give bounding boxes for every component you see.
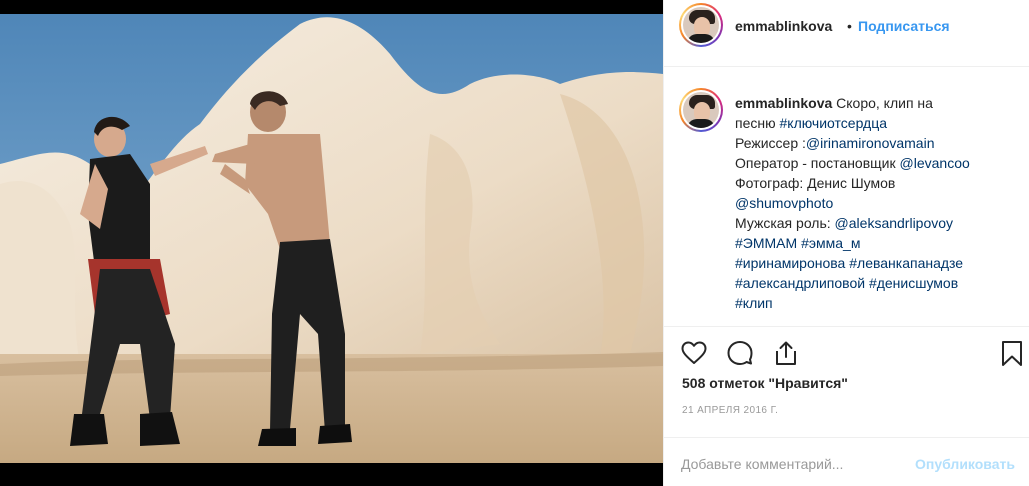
comment-input[interactable] xyxy=(681,453,901,475)
caption-line: Скоро, клип на xyxy=(836,95,933,111)
post-photo-image xyxy=(0,14,663,463)
hashtag-link[interactable]: #денисшумов xyxy=(869,275,958,291)
hashtag-link[interactable]: #ЭММАМ xyxy=(735,235,797,251)
mention-link[interactable]: @shumovphoto xyxy=(735,195,833,211)
post-sidebar: emmablinkova • Подписаться emmablinkova … xyxy=(663,0,1029,486)
follow-button[interactable]: Подписаться xyxy=(858,18,950,34)
post-header: emmablinkova • Подписаться xyxy=(664,0,1029,67)
avatar[interactable] xyxy=(679,3,723,47)
username-link[interactable]: emmablinkova xyxy=(735,18,832,34)
caption-line: Режиссер : xyxy=(735,135,806,151)
caption-author-link[interactable]: emmablinkova xyxy=(735,95,832,111)
comment-icon[interactable] xyxy=(726,339,754,367)
caption-line: песню xyxy=(735,115,780,131)
separator-dot: • xyxy=(847,18,852,34)
post-date[interactable]: 21 АПРЕЛЯ 2016 Г. xyxy=(682,405,778,416)
caption-section: emmablinkova Скоро, клип на песню #ключи… xyxy=(664,68,1029,326)
hashtag-link[interactable]: #ключиотсердца xyxy=(780,115,888,131)
heart-icon[interactable] xyxy=(680,339,708,367)
hashtag-link[interactable]: #клип xyxy=(735,295,773,311)
caption-text: emmablinkova Скоро, клип на песню #ключи… xyxy=(735,93,1020,313)
hashtag-link[interactable]: #леванкапанадзе xyxy=(849,255,963,271)
hashtag-link[interactable]: #иринамиронова xyxy=(735,255,845,271)
mention-link[interactable]: @irinamironovamain xyxy=(806,135,935,151)
publish-button[interactable]: Опубликовать xyxy=(915,456,1015,472)
caption-avatar[interactable] xyxy=(679,88,723,132)
mention-link[interactable]: @levancoo xyxy=(900,155,970,171)
bookmark-icon[interactable] xyxy=(998,339,1026,367)
caption-line: Мужская роль: xyxy=(735,215,835,231)
hashtag-link[interactable]: #александрлиповой xyxy=(735,275,865,291)
action-bar xyxy=(664,326,1029,374)
hashtag-link[interactable]: #эмма_м xyxy=(801,235,860,251)
likes-count[interactable]: 508 отметок "Нравится" xyxy=(682,375,848,391)
caption-line: Фотограф: Денис Шумов xyxy=(735,175,896,191)
post-photo[interactable] xyxy=(0,0,663,486)
caption-line: Оператор - постановщик xyxy=(735,155,900,171)
comment-form: Опубликовать xyxy=(664,437,1029,486)
share-icon[interactable] xyxy=(772,339,800,367)
mention-link[interactable]: @aleksandrlipovoy xyxy=(835,215,954,231)
